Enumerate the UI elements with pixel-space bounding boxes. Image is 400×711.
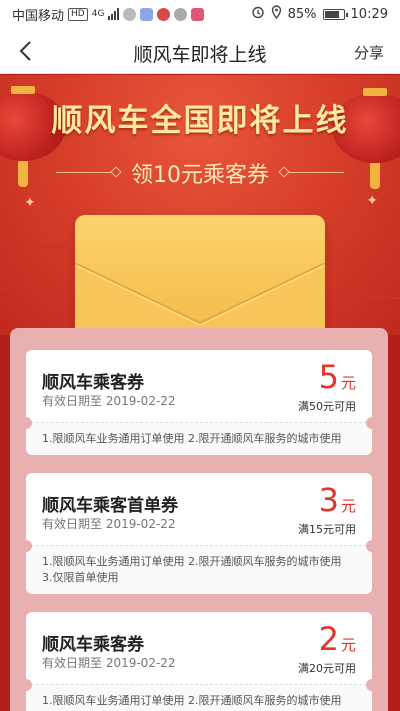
coupon-validity: 有效日期至 2019-02-22 bbox=[42, 394, 176, 408]
page-title: 顺风车即将上线 bbox=[133, 44, 267, 66]
cloud-decoration bbox=[0, 245, 80, 289]
hd-badge: HD bbox=[68, 7, 88, 21]
coupon-rule: 1.限顺风车业务通用订单使用 2.限开通顺风车服务的城市使用 bbox=[42, 694, 342, 707]
coupon-amount-unit: 元 bbox=[340, 374, 356, 392]
coupon-rule: 1.限顺风车业务通用订单使用 2.限开通顺风车服务的城市使用 bbox=[42, 555, 342, 568]
coupon-header: 顺风车乘客首单券 有效日期至 2019-02-22 3元 满15元可用 bbox=[26, 473, 372, 545]
carrier-label: 中国移动 bbox=[12, 8, 65, 24]
coupon-amount: 5元 bbox=[319, 358, 356, 396]
envelope-flap-icon bbox=[75, 263, 325, 335]
coupon-amount-value: 5 bbox=[318, 358, 339, 396]
coupon-header: 顺风车乘客券 有效日期至 2019-02-22 2元 满20元可用 bbox=[26, 612, 372, 684]
coupon-rules: 1.限顺风车业务通用订单使用 2.限开通顺风车服务的城市使用 bbox=[26, 423, 372, 455]
coupon-name: 顺风车乘客券 bbox=[42, 635, 144, 655]
coupon-name: 顺风车乘客券 bbox=[42, 373, 144, 393]
coupon-divider bbox=[20, 417, 378, 429]
coupon-rules: 1.限顺风车业务通用订单使用 2.限开通顺风车服务的城市使用 3.仅限首单使用 bbox=[26, 546, 372, 594]
battery-percent: 85% bbox=[287, 6, 317, 22]
banner-subheadline: 领10元乘客券 bbox=[131, 163, 269, 188]
promo-banner: ✦ ✦ 顺风车全国即将上线 领10元乘客券 bbox=[0, 75, 400, 335]
share-button[interactable]: 分享 bbox=[354, 42, 384, 63]
app-icon bbox=[174, 7, 188, 21]
sparkle-icon: ✦ bbox=[366, 193, 378, 209]
coupon-divider bbox=[20, 540, 378, 552]
divider bbox=[289, 172, 344, 173]
clock-time: 10:29 bbox=[350, 6, 388, 22]
coupon-amount: 2元 bbox=[319, 620, 356, 658]
coupon-rule: 3.仅限首单使用 bbox=[42, 571, 119, 584]
coupon-card[interactable]: 顺风车乘客券 有效日期至 2019-02-22 5元 满50元可用 1.限顺风车… bbox=[20, 350, 378, 455]
nav-bar: 顺风车即将上线 分享 bbox=[0, 28, 400, 74]
coupon-card[interactable]: 顺风车乘客券 有效日期至 2019-02-22 2元 满20元可用 1.限顺风车… bbox=[20, 612, 378, 711]
coupon-condition: 满20元可用 bbox=[298, 662, 356, 675]
signal-icon bbox=[108, 8, 120, 20]
coupon-rule: 1.限顺风车业务通用订单使用 2.限开通顺风车服务的城市使用 bbox=[42, 432, 342, 445]
coupon-panel: 顺风车乘客券 有效日期至 2019-02-22 5元 满50元可用 1.限顺风车… bbox=[10, 328, 388, 711]
coupon-validity: 有效日期至 2019-02-22 bbox=[42, 517, 176, 531]
coupon-amount-unit: 元 bbox=[340, 636, 356, 654]
coupon-condition: 满50元可用 bbox=[298, 400, 356, 413]
status-bar: 中国移动 HD 4G 85% 10:29 bbox=[0, 0, 400, 28]
coupon-divider bbox=[20, 679, 378, 691]
sparkle-icon: ✦ bbox=[24, 195, 36, 211]
banner-headline: 顺风车全国即将上线 bbox=[51, 103, 349, 139]
coupon-condition: 满15元可用 bbox=[298, 523, 356, 536]
coupon-name: 顺风车乘客首单券 bbox=[42, 496, 178, 516]
battery-icon bbox=[322, 8, 348, 20]
alarm-icon bbox=[251, 5, 265, 23]
location-icon bbox=[271, 5, 282, 23]
coupon-amount-value: 2 bbox=[318, 620, 339, 658]
network-type: 4G bbox=[91, 9, 105, 19]
coupon-amount-value: 3 bbox=[318, 481, 339, 519]
coupon-card[interactable]: 顺风车乘客首单券 有效日期至 2019-02-22 3元 满15元可用 1.限顺… bbox=[20, 473, 378, 594]
red-envelope[interactable] bbox=[75, 215, 325, 335]
coupon-header: 顺风车乘客券 有效日期至 2019-02-22 5元 满50元可用 bbox=[26, 350, 372, 422]
app-icon bbox=[191, 7, 205, 21]
coupon-amount: 3元 bbox=[319, 481, 356, 519]
app-icon bbox=[157, 7, 171, 21]
message-icon bbox=[123, 7, 137, 21]
app-icon bbox=[140, 7, 154, 21]
coupon-rules: 1.限顺风车业务通用订单使用 2.限开通顺风车服务的城市使用 bbox=[26, 685, 372, 711]
coupon-validity: 有效日期至 2019-02-22 bbox=[42, 656, 176, 670]
coupon-amount-unit: 元 bbox=[340, 497, 356, 515]
